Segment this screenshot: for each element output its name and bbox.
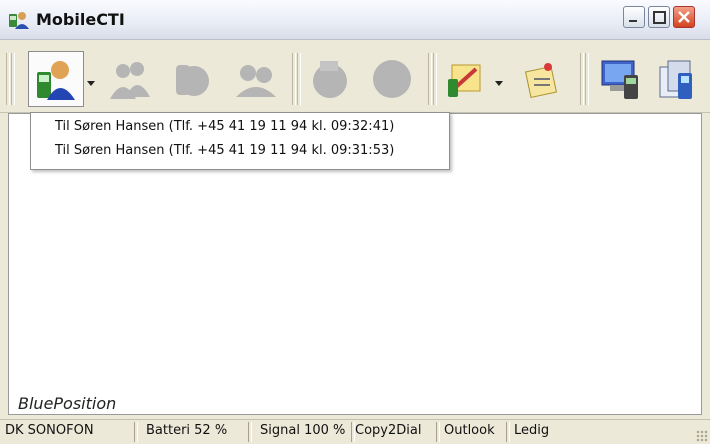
notes-button[interactable]: [518, 55, 566, 103]
app-window: MobileCTI BluePosition Til Søren Hansen …: [0, 0, 710, 444]
computer-phone-button[interactable]: [596, 55, 644, 103]
app-logo-icon: [8, 10, 30, 30]
status-outlook[interactable]: Outlook: [444, 423, 495, 438]
resize-grip[interactable]: [696, 430, 708, 442]
toolbar: [0, 41, 710, 113]
status-divider: [506, 422, 510, 442]
transfer-disabled-icon: [236, 65, 276, 97]
mailbox-disabled-icon: [313, 61, 347, 98]
note-dropdown-arrow[interactable]: [495, 81, 503, 86]
status-copy2dial[interactable]: Copy2Dial: [355, 423, 421, 438]
close-button[interactable]: [673, 6, 695, 28]
toolbar-separator: [433, 53, 437, 105]
maximize-button[interactable]: [648, 6, 670, 28]
transfer-button[interactable]: [232, 55, 280, 103]
toolbar-separator: [292, 53, 296, 105]
call-history-dropdown-arrow[interactable]: [87, 81, 95, 86]
toolbar-separator: [585, 53, 589, 105]
status-divider: [436, 422, 440, 442]
status-divider: [248, 422, 252, 442]
handset-disabled-icon: [176, 65, 209, 96]
status-battery: Batteri 52 %: [146, 423, 228, 438]
menu-item-call-1[interactable]: Til Søren Hansen (Tlf. +45 41 19 11 94 k…: [55, 143, 394, 158]
status-bar: DK SONOFON Batteri 52 % Signal 100 % Cop…: [0, 419, 710, 444]
notes-pin-icon: [524, 63, 558, 99]
call-history-button[interactable]: [28, 51, 84, 107]
handset-button[interactable]: [168, 55, 216, 103]
toolbar-separator: [428, 53, 432, 105]
contacts-disabled-icon: [110, 62, 150, 99]
phone-cards-icon: [659, 60, 692, 99]
status-operator: DK SONOFON: [5, 423, 94, 438]
title-bar[interactable]: MobileCTI: [0, 0, 710, 40]
circle-action-button[interactable]: [368, 55, 416, 103]
call-history-menu: Til Søren Hansen (Tlf. +45 41 19 11 94 k…: [30, 112, 450, 170]
status-state: Ledig: [514, 423, 550, 438]
toolbar-grip: [11, 53, 15, 105]
contacts-button[interactable]: [106, 55, 154, 103]
toolbar-separator: [297, 53, 301, 105]
toolbar-grip: [6, 53, 10, 105]
toolbar-separator: [580, 53, 584, 105]
brand-label: BluePosition: [18, 394, 117, 413]
phone-cards-button[interactable]: [654, 55, 702, 103]
notepad-phone-icon: [448, 64, 481, 97]
minimize-button[interactable]: [623, 6, 645, 28]
menu-item-call-0[interactable]: Til Søren Hansen (Tlf. +45 41 19 11 94 k…: [55, 119, 394, 134]
contact-phone-icon: [37, 61, 75, 100]
computer-phone-icon: [601, 60, 638, 99]
status-divider: [134, 422, 138, 442]
mailbox-button[interactable]: [306, 55, 354, 103]
window-title: MobileCTI: [36, 10, 125, 29]
status-signal: Signal 100 %: [260, 423, 346, 438]
circle-disabled-icon: [373, 60, 411, 98]
note-button[interactable]: [442, 55, 490, 103]
